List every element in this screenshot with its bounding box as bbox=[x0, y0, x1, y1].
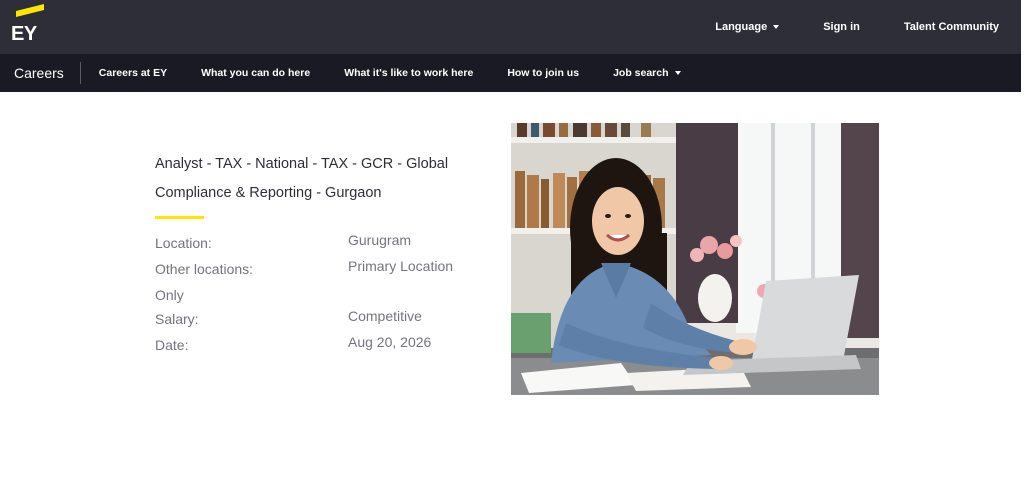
main-nav: Careers Careers at EY What you can do he… bbox=[0, 54, 1021, 92]
salary-value: Competitive bbox=[348, 308, 422, 324]
language-menu[interactable]: Language bbox=[715, 21, 780, 33]
nav-item-label: What you can do here bbox=[201, 67, 311, 79]
chevron-down-icon bbox=[773, 25, 780, 29]
nav-item-label: What it's like to work here bbox=[344, 67, 474, 79]
location-label: Location: bbox=[155, 235, 212, 251]
sign-in-link[interactable]: Sign in bbox=[823, 21, 860, 33]
nav-item-label: How to join us bbox=[507, 67, 580, 79]
nav-item-what-its-like[interactable]: What it's like to work here bbox=[344, 67, 473, 79]
logo-text: EY bbox=[11, 23, 37, 45]
talent-community-link[interactable]: Talent Community bbox=[904, 21, 999, 33]
date-label: Date: bbox=[155, 337, 189, 353]
nav-item-how-to-join[interactable]: How to join us bbox=[507, 67, 579, 79]
top-header: EY Language Sign in Talent Community bbox=[0, 0, 1021, 54]
job-title-line-1: Analyst - TAX - National - TAX - GCR - G… bbox=[155, 156, 449, 172]
sign-in-label: Sign in bbox=[823, 21, 860, 33]
nav-item-what-you-can-do[interactable]: What you can do here bbox=[201, 67, 310, 79]
detail-row-date: Date: Aug 20, 2026 bbox=[155, 333, 495, 359]
nav-item-job-search[interactable]: Job search bbox=[613, 67, 681, 79]
logo-beam-icon bbox=[16, 4, 44, 17]
nav-item-label: Job search bbox=[613, 67, 669, 79]
talent-community-label: Talent Community bbox=[903, 21, 999, 33]
job-title-line-2: Compliance & Reporting - Gurgaon bbox=[155, 185, 382, 201]
language-label: Language bbox=[715, 21, 768, 33]
other-locations-value: Primary Location bbox=[348, 258, 454, 274]
job-details: Location: Gurugram Other locations: Prim… bbox=[155, 231, 495, 359]
careers-label: Careers bbox=[14, 65, 64, 81]
hero-photo bbox=[511, 123, 879, 395]
nav-items: Careers at EY What you can do here What … bbox=[81, 67, 715, 79]
nav-item-label: Careers at EY bbox=[98, 67, 168, 79]
other-locations-value-continued: Only bbox=[155, 287, 184, 303]
nav-item-careers-at-ey[interactable]: Careers at EY bbox=[99, 67, 167, 79]
woman-at-laptop-illustration bbox=[511, 123, 879, 395]
other-locations-label: Other locations: bbox=[155, 261, 254, 277]
ey-logo[interactable]: EY bbox=[10, 4, 46, 45]
salary-label: Salary: bbox=[155, 311, 199, 327]
chevron-down-icon bbox=[674, 71, 681, 75]
date-value: Aug 20, 2026 bbox=[348, 334, 432, 350]
title-accent-bar bbox=[155, 216, 204, 219]
detail-row-salary: Salary: Competitive bbox=[155, 307, 495, 333]
header-links: Language Sign in Talent Community bbox=[671, 0, 999, 54]
location-value: Gurugram bbox=[348, 232, 412, 248]
careers-home-link[interactable]: Careers bbox=[0, 62, 81, 84]
detail-row-other-locations: Other locations: Primary Location bbox=[155, 257, 495, 283]
job-title: Analyst - TAX - National - TAX - GCR - G… bbox=[155, 150, 485, 208]
